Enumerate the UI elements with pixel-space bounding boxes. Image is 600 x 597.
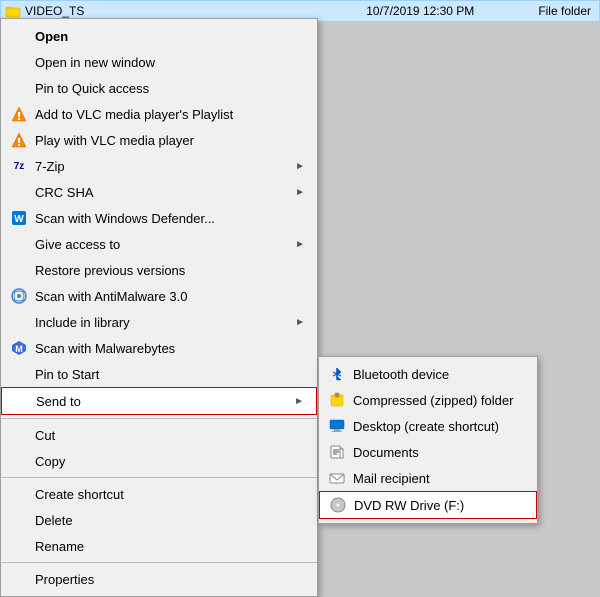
copy-icon <box>9 451 29 471</box>
7zip-label: 7-Zip <box>35 159 295 174</box>
separator-3 <box>1 562 317 563</box>
crcsha-icon <box>9 182 29 202</box>
submenu-item-mail[interactable]: Mail recipient <box>319 465 537 491</box>
give-access-icon <box>9 234 29 254</box>
file-name: VIDEO_TS <box>25 4 125 18</box>
antimalware-label: Scan with AntiMalware 3.0 <box>35 289 305 304</box>
file-date: 10/7/2019 12:30 PM <box>366 4 474 18</box>
copy-label: Copy <box>35 454 305 469</box>
delete-label: Delete <box>35 513 305 528</box>
dvd-label: DVD RW Drive (F:) <box>354 498 524 513</box>
vlc-playlist-label: Add to VLC media player's Playlist <box>35 107 305 122</box>
open-icon <box>9 26 29 46</box>
mail-icon <box>327 468 347 488</box>
properties-icon <box>9 569 29 589</box>
menu-item-rename[interactable]: Rename <box>1 533 317 559</box>
compressed-icon <box>327 390 347 410</box>
menu-item-pin-start[interactable]: Pin to Start <box>1 361 317 387</box>
properties-label: Properties <box>35 572 305 587</box>
submenu-item-desktop[interactable]: Desktop (create shortcut) <box>319 413 537 439</box>
malwarebytes-icon: M <box>9 338 29 358</box>
menu-item-vlc-playlist[interactable]: Add to VLC media player's Playlist <box>1 101 317 127</box>
menu-item-copy[interactable]: Copy <box>1 448 317 474</box>
bluetooth-label: Bluetooth device <box>353 367 525 382</box>
open-new-window-icon <box>9 52 29 72</box>
context-menu: Open Open in new window Pin to Quick acc… <box>0 18 318 597</box>
vlc-play-label: Play with VLC media player <box>35 133 305 148</box>
rename-label: Rename <box>35 539 305 554</box>
include-library-arrow: ► <box>295 317 305 328</box>
menu-item-send-to[interactable]: Send to ► <box>1 387 317 415</box>
malwarebytes-label: Scan with Malwarebytes <box>35 341 305 356</box>
menu-item-properties[interactable]: Properties <box>1 566 317 592</box>
send-to-arrow: ► <box>294 396 304 407</box>
cut-icon <box>9 425 29 445</box>
give-access-label: Give access to <box>35 237 295 252</box>
pin-quick-access-icon <box>9 78 29 98</box>
defender-icon: W <box>9 208 29 228</box>
send-to-label: Send to <box>36 394 294 409</box>
create-shortcut-label: Create shortcut <box>35 487 305 502</box>
create-shortcut-icon <box>9 484 29 504</box>
pin-start-icon <box>9 364 29 384</box>
submenu-item-bluetooth[interactable]: Bluetooth device <box>319 361 537 387</box>
defender-label: Scan with Windows Defender... <box>35 211 305 226</box>
separator-2 <box>1 477 317 478</box>
submenu-item-compressed[interactable]: Compressed (zipped) folder <box>319 387 537 413</box>
submenu-item-documents[interactable]: Documents <box>319 439 537 465</box>
menu-item-open[interactable]: Open <box>1 23 317 49</box>
restore-versions-icon <box>9 260 29 280</box>
include-library-icon <box>9 312 29 332</box>
open-label: Open <box>35 29 305 44</box>
separator-1 <box>1 418 317 419</box>
menu-item-crcsha[interactable]: CRC SHA ► <box>1 179 317 205</box>
restore-versions-label: Restore previous versions <box>35 263 305 278</box>
send-to-icon <box>10 391 30 411</box>
vlc-playlist-icon <box>9 104 29 124</box>
documents-icon <box>327 442 347 462</box>
antimalware-icon <box>9 286 29 306</box>
rename-icon <box>9 536 29 556</box>
give-access-arrow: ► <box>295 239 305 250</box>
compressed-label: Compressed (zipped) folder <box>353 393 525 408</box>
menu-item-include-library[interactable]: Include in library ► <box>1 309 317 335</box>
desktop-label: Desktop (create shortcut) <box>353 419 525 434</box>
mail-label: Mail recipient <box>353 471 525 486</box>
menu-item-vlc-play[interactable]: Play with VLC media player <box>1 127 317 153</box>
7zip-icon: 7z <box>9 156 29 176</box>
menu-item-open-new-window[interactable]: Open in new window <box>1 49 317 75</box>
menu-item-antimalware[interactable]: Scan with AntiMalware 3.0 <box>1 283 317 309</box>
cut-label: Cut <box>35 428 305 443</box>
svg-text:M: M <box>15 344 23 354</box>
delete-icon <box>9 510 29 530</box>
open-new-window-label: Open in new window <box>35 55 305 70</box>
send-to-submenu: Bluetooth device Compressed (zipped) fol… <box>318 356 538 524</box>
documents-label: Documents <box>353 445 525 460</box>
bluetooth-icon <box>327 364 347 384</box>
crcsha-arrow: ► <box>295 187 305 198</box>
folder-icon <box>5 3 21 19</box>
crcsha-label: CRC SHA <box>35 185 295 200</box>
dvd-icon <box>328 495 348 515</box>
menu-item-malwarebytes[interactable]: M Scan with Malwarebytes <box>1 335 317 361</box>
file-type: File folder <box>538 4 591 18</box>
menu-item-restore-versions[interactable]: Restore previous versions <box>1 257 317 283</box>
pin-quick-access-label: Pin to Quick access <box>35 81 305 96</box>
menu-item-give-access[interactable]: Give access to ► <box>1 231 317 257</box>
include-library-label: Include in library <box>35 315 295 330</box>
pin-start-label: Pin to Start <box>35 367 305 382</box>
menu-item-cut[interactable]: Cut <box>1 422 317 448</box>
menu-item-7zip[interactable]: 7z 7-Zip ► <box>1 153 317 179</box>
menu-item-create-shortcut[interactable]: Create shortcut <box>1 481 317 507</box>
submenu-item-dvd[interactable]: DVD RW Drive (F:) <box>319 491 537 519</box>
menu-item-pin-quick-access[interactable]: Pin to Quick access <box>1 75 317 101</box>
vlc-play-icon <box>9 130 29 150</box>
desktop-icon <box>327 416 347 436</box>
svg-text:W: W <box>14 214 24 225</box>
menu-item-defender[interactable]: W Scan with Windows Defender... <box>1 205 317 231</box>
menu-item-delete[interactable]: Delete <box>1 507 317 533</box>
7zip-arrow: ► <box>295 161 305 172</box>
